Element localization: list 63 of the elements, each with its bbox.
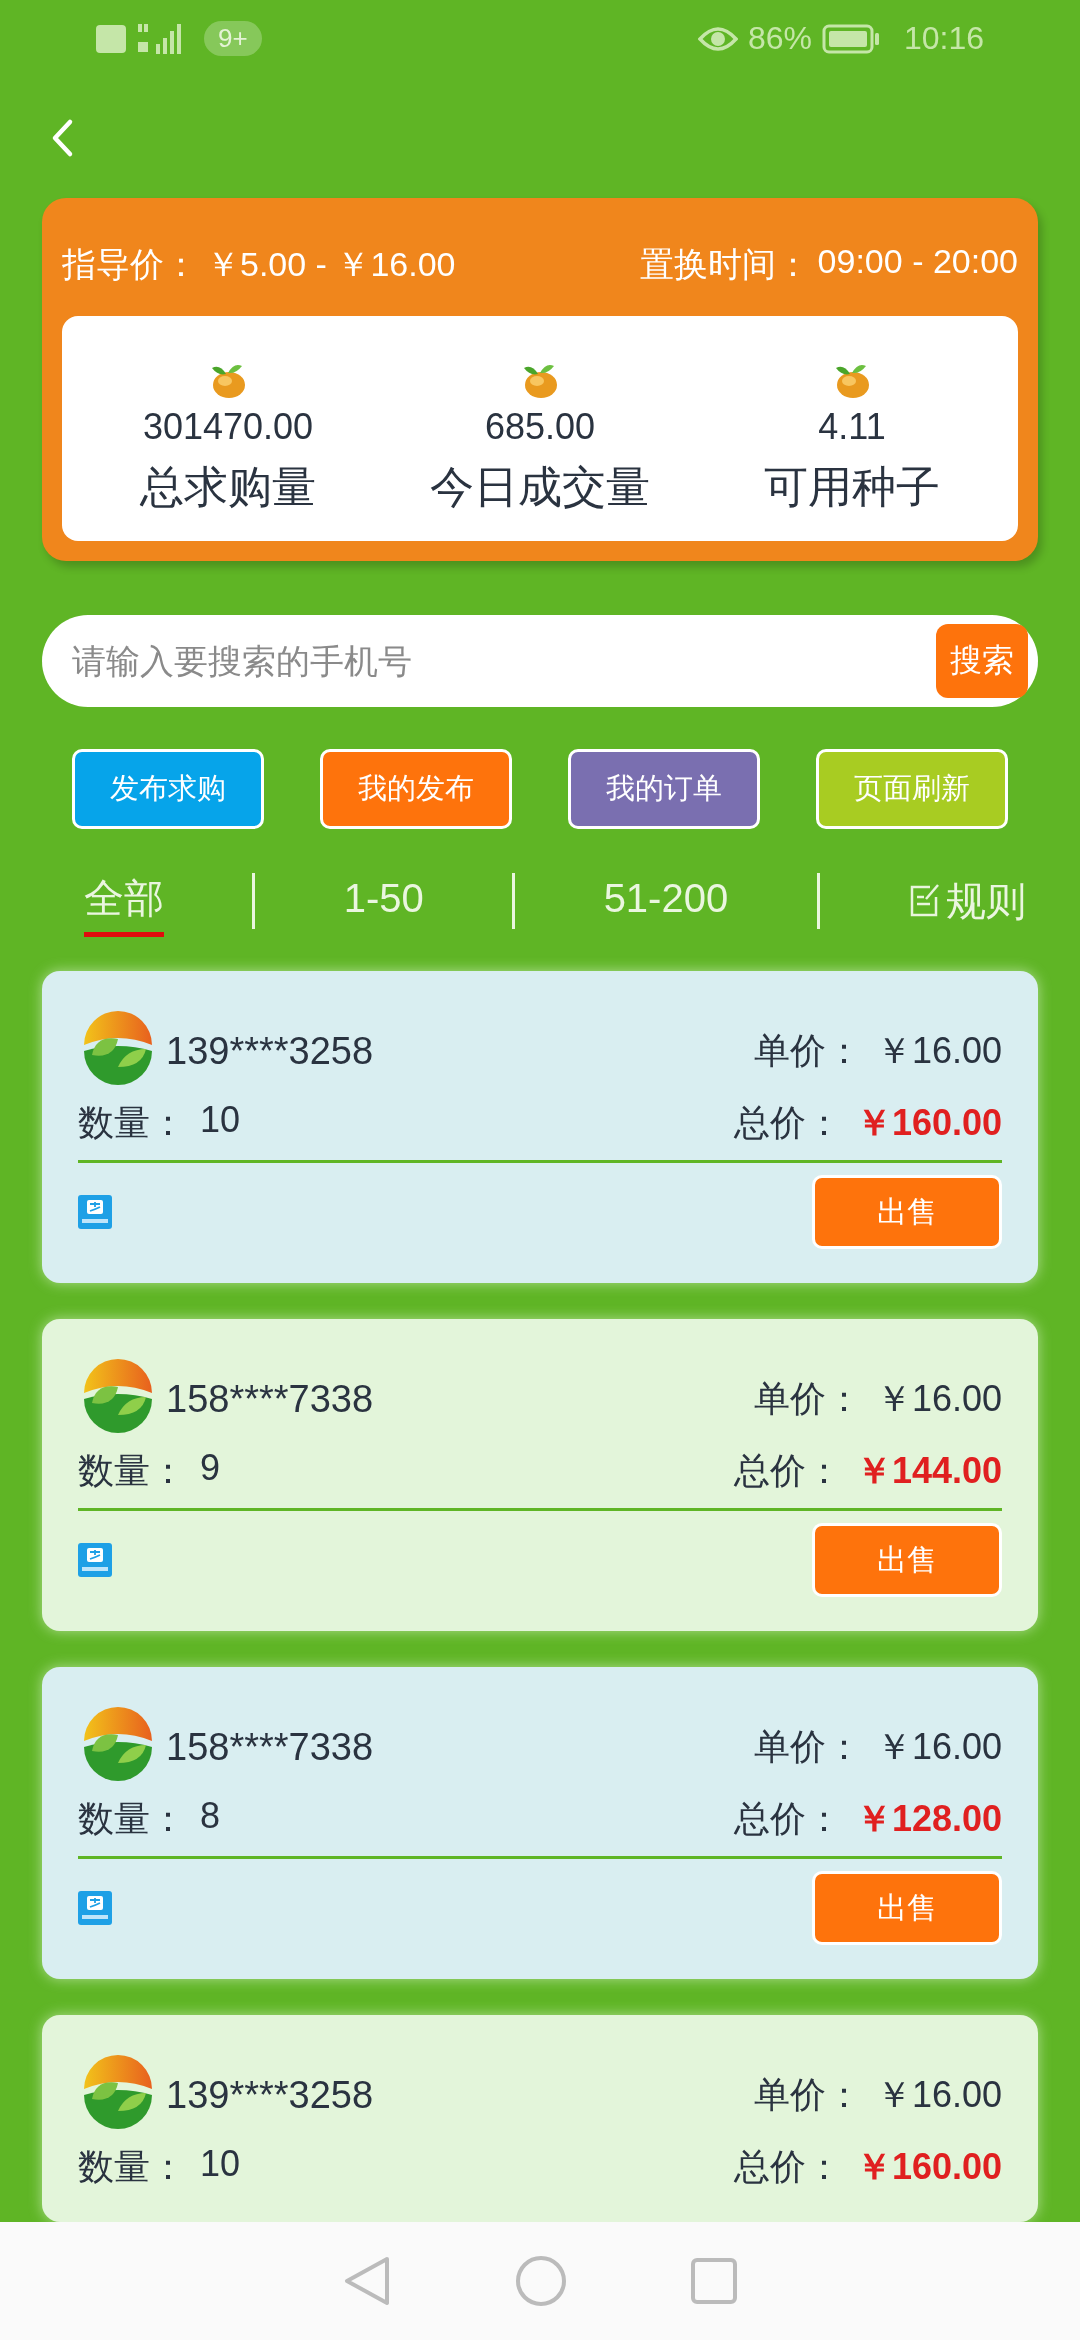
tab[interactable]: 全部 [84, 865, 164, 937]
payment-icon [78, 1195, 112, 1229]
battery-icon [821, 23, 880, 54]
stat-value: 4.11 [818, 406, 886, 448]
quantity-label: 数量： [78, 1449, 186, 1493]
clock: 10:16 [903, 20, 984, 58]
home-icon[interactable] [515, 2255, 567, 2307]
back-icon[interactable] [50, 117, 74, 158]
quantity-label: 数量： [78, 1797, 186, 1841]
exchange-time-value: 09:00 - 20:00 [817, 242, 1018, 282]
total-price-value: ￥144.00 [855, 1449, 1002, 1493]
rules-link[interactable]: 规则 [945, 873, 1026, 929]
sell-button[interactable]: 出售 [812, 1175, 1002, 1249]
unit-price-label: 单价： [753, 1724, 862, 1769]
battery-percent: 86% [747, 20, 812, 58]
unit-price-value: ￥16.00 [875, 1376, 1002, 1421]
unit-price-value: ￥16.00 [875, 1028, 1002, 1073]
search-field[interactable]: 请输入要搜索的手机号 搜索 [42, 615, 1038, 707]
unit-price-label: 单价： [753, 2072, 862, 2117]
quantity-label: 数量： [78, 2145, 186, 2189]
total-price-value: ￥128.00 [855, 1797, 1002, 1841]
back-icon[interactable] [343, 2255, 391, 2307]
phone-number: 158****7338 [166, 1377, 374, 1421]
exchange-time-label: 置换时间： [639, 244, 810, 285]
quantity-value: 10 [200, 1099, 241, 1142]
stat-value: 301470.00 [142, 406, 314, 448]
unit-price-value: ￥16.00 [875, 2072, 1002, 2117]
total-price-label: 总价： [733, 1449, 842, 1493]
guide-price-value: ￥5.00 - ￥16.00 [206, 244, 456, 285]
tab[interactable]: 1-50 [343, 870, 424, 932]
stat-label: 可用种子 [764, 461, 940, 513]
notification-badge: 9+ [204, 21, 262, 57]
stat-label: 总求购量 [140, 461, 316, 513]
total-price-label: 总价： [733, 2145, 842, 2189]
unit-price-label: 单价： [753, 1028, 862, 1073]
total-price-value: ￥160.00 [855, 1101, 1002, 1145]
tab[interactable]: 51-200 [603, 870, 729, 932]
action-button[interactable]: 页面刷新 [816, 749, 1008, 829]
quantity-value: 9 [200, 1447, 221, 1490]
payment-icon [78, 1891, 112, 1925]
guide-price-label: 指导价： [62, 244, 198, 285]
phone-number: 139****3258 [166, 1029, 374, 1073]
recents-icon[interactable] [691, 2258, 737, 2304]
total-price-value: ￥160.00 [855, 2145, 1002, 2189]
eye-icon [697, 24, 738, 53]
stat-value: 685.00 [484, 406, 596, 448]
quantity-label: 数量： [78, 1101, 186, 1145]
search-button[interactable]: 搜索 [936, 624, 1028, 698]
action-button[interactable]: 发布求购 [72, 749, 264, 829]
unit-price-label: 单价： [753, 1376, 862, 1421]
sell-button[interactable]: 出售 [812, 1523, 1002, 1597]
phone-number: 158****7338 [166, 1725, 374, 1769]
phone-number: 139****3258 [166, 2073, 374, 2117]
unit-price-value: ￥16.00 [875, 1724, 1002, 1769]
stat-label: 今日成交量 [430, 461, 650, 513]
total-price-label: 总价： [733, 1101, 842, 1145]
payment-icon [78, 1543, 112, 1577]
action-button[interactable]: 我的发布 [320, 749, 512, 829]
total-price-label: 总价： [733, 1797, 842, 1841]
quantity-value: 10 [200, 2143, 241, 2186]
action-button[interactable]: 我的订单 [568, 749, 760, 829]
quantity-value: 8 [200, 1795, 221, 1838]
sell-button[interactable]: 出售 [812, 1871, 1002, 1945]
